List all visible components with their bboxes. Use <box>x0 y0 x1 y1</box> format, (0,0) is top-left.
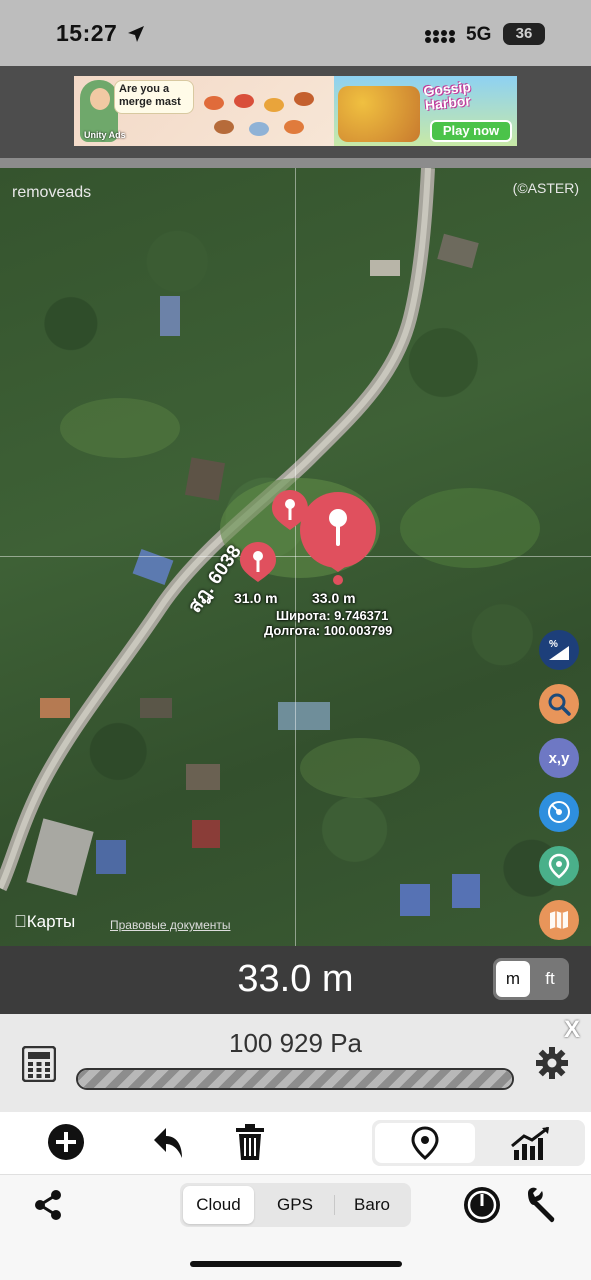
search-icon <box>548 693 571 716</box>
location-pin-icon <box>548 853 570 879</box>
unit-toggle[interactable]: m ft <box>493 958 569 1000</box>
status-bar: 15:27 5G 36 <box>0 0 591 66</box>
status-time: 15:27 <box>56 20 118 46</box>
source-gps-option[interactable]: GPS <box>258 1186 332 1224</box>
battery-icon: 36 <box>503 23 545 45</box>
ad-food-item <box>249 122 269 136</box>
percent-slope-icon: % <box>549 639 569 660</box>
pin-altitude-label: 31.0 m <box>234 590 278 606</box>
pressure-value: 100 929 Pa <box>228 1028 362 1058</box>
crosshair-vertical <box>295 168 296 946</box>
share-icon[interactable] <box>32 1189 64 1221</box>
ad-food-item <box>214 120 234 134</box>
home-indicator <box>190 1261 402 1267</box>
map-icon <box>550 911 568 929</box>
pressure-bar: 100 929 Pa X <box>0 1014 591 1112</box>
pin-altitude-label: 33.0 m <box>312 590 356 606</box>
compass-icon <box>548 801 570 823</box>
crosshair-horizontal <box>0 556 591 557</box>
apple-logo-icon:  <box>14 912 27 931</box>
coordinates-button[interactable]: x,y <box>539 738 579 778</box>
ad-provider-label: Unity Ads <box>84 130 126 140</box>
ad-play-button[interactable]: Play now <box>430 120 512 142</box>
gauge-icon[interactable] <box>462 1185 502 1225</box>
segment-separator <box>334 1195 335 1215</box>
location-button[interactable] <box>539 846 579 886</box>
apple-maps-label: Карты <box>14 912 75 931</box>
search-button[interactable] <box>539 684 579 724</box>
source-segment-control[interactable]: Cloud GPS Baro <box>180 1183 411 1227</box>
location-arrow-icon <box>128 26 144 42</box>
gear-icon[interactable] <box>535 1046 569 1080</box>
toolbar <box>0 1112 591 1174</box>
source-cloud-option[interactable]: Cloud <box>183 1186 254 1224</box>
undo-icon[interactable] <box>150 1122 190 1162</box>
ad-left-panel: Are you a merge mast Unity Ads <box>74 76 334 146</box>
add-icon[interactable] <box>46 1122 86 1162</box>
pin-marker-icon[interactable] <box>238 540 278 584</box>
wrench-icon[interactable] <box>522 1185 562 1225</box>
slope-button[interactable]: % <box>539 630 579 670</box>
ad-food-item <box>234 94 254 108</box>
ad-banner[interactable]: Are you a merge mast Unity Ads Gossip Ha… <box>74 76 517 146</box>
latitude-label: Широта: 9.746371 <box>276 608 389 623</box>
ad-food-item <box>204 96 224 110</box>
ad-food-item <box>294 92 314 106</box>
longitude-label: Долгота: 100.003799 <box>264 623 393 638</box>
compass-button[interactable] <box>539 792 579 832</box>
unit-feet-option[interactable]: ft <box>533 961 567 997</box>
ad-speech-bubble: Are you a merge mast <box>114 80 194 114</box>
divider <box>0 158 591 168</box>
source-baro-option[interactable]: Baro <box>336 1186 408 1224</box>
view-segment-control[interactable] <box>372 1120 585 1166</box>
satellite-map[interactable]: removeads (©ASTER) สฎ. 6038 31.0 m 33.0 … <box>0 168 591 946</box>
battery-level: 36 <box>515 25 533 42</box>
ad-character-face <box>90 88 110 110</box>
apple-maps-logo: Карты <box>14 912 75 932</box>
ad-food-item <box>284 120 304 134</box>
trash-icon[interactable] <box>230 1122 270 1162</box>
legal-link[interactable]: Правовые документы <box>110 918 231 932</box>
signal-icon <box>425 30 455 43</box>
current-pin-marker-icon[interactable] <box>298 486 378 586</box>
unit-meters-option[interactable]: m <box>496 961 530 997</box>
percent-glyph: % <box>549 639 558 650</box>
bottom-bar: Cloud GPS Baro <box>0 1174 591 1280</box>
chart-icon[interactable] <box>510 1126 552 1160</box>
network-type: 5G <box>466 24 492 45</box>
ad-basket-image <box>338 86 420 142</box>
map-attribution: (©ASTER) <box>512 180 579 196</box>
remove-ads-link[interactable]: removeads <box>12 184 91 202</box>
xy-coordinates-icon: x,y <box>548 749 570 767</box>
ad-food-item <box>264 98 284 112</box>
altitude-bar: 33.0 m m ft <box>0 946 591 1014</box>
pressure-progress-fill <box>78 1070 512 1088</box>
pressure-progress-bar <box>76 1068 514 1090</box>
close-button[interactable]: X <box>564 1016 580 1044</box>
map-type-button[interactable] <box>539 900 579 940</box>
location-pin-icon <box>411 1126 439 1160</box>
